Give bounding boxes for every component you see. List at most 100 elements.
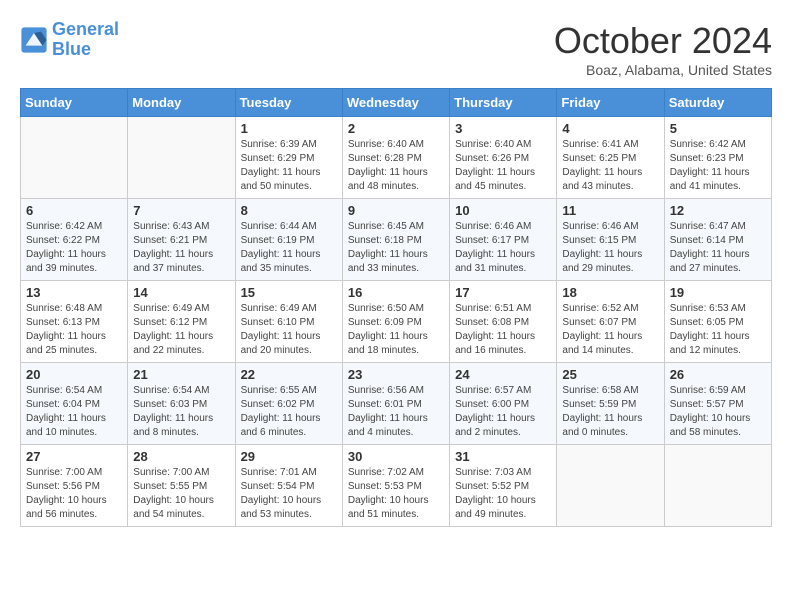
day-number: 21 <box>133 367 229 382</box>
day-number: 14 <box>133 285 229 300</box>
day-number: 31 <box>455 449 551 464</box>
day-info: Sunrise: 6:47 AM Sunset: 6:14 PM Dayligh… <box>670 220 766 276</box>
day-number: 20 <box>26 367 122 382</box>
day-info: Sunrise: 6:39 AM Sunset: 6:29 PM Dayligh… <box>241 138 337 194</box>
day-info: Sunrise: 6:45 AM Sunset: 6:18 PM Dayligh… <box>348 220 444 276</box>
day-info: Sunrise: 6:50 AM Sunset: 6:09 PM Dayligh… <box>348 302 444 358</box>
column-header-sunday: Sunday <box>21 89 128 117</box>
calendar-cell: 25 Sunrise: 6:58 AM Sunset: 5:59 PM Dayli… <box>557 363 664 445</box>
column-header-saturday: Saturday <box>664 89 771 117</box>
day-info: Sunrise: 6:54 AM Sunset: 6:04 PM Dayligh… <box>26 384 122 440</box>
calendar-cell: 19 Sunrise: 6:53 AM Sunset: 6:05 PM Dayli… <box>664 281 771 363</box>
calendar-cell: 15 Sunrise: 6:49 AM Sunset: 6:10 PM Dayli… <box>235 281 342 363</box>
day-number: 10 <box>455 203 551 218</box>
day-number: 12 <box>670 203 766 218</box>
day-number: 22 <box>241 367 337 382</box>
day-info: Sunrise: 7:01 AM Sunset: 5:54 PM Dayligh… <box>241 466 337 522</box>
day-info: Sunrise: 6:49 AM Sunset: 6:12 PM Dayligh… <box>133 302 229 358</box>
day-number: 24 <box>455 367 551 382</box>
day-number: 25 <box>562 367 658 382</box>
day-number: 15 <box>241 285 337 300</box>
day-info: Sunrise: 6:49 AM Sunset: 6:10 PM Dayligh… <box>241 302 337 358</box>
title-block: October 2024 Boaz, Alabama, United State… <box>554 20 772 78</box>
day-info: Sunrise: 6:40 AM Sunset: 6:28 PM Dayligh… <box>348 138 444 194</box>
calendar-cell: 6 Sunrise: 6:42 AM Sunset: 6:22 PM Daylig… <box>21 199 128 281</box>
day-number: 3 <box>455 121 551 136</box>
logo-text: General Blue <box>52 20 119 60</box>
day-number: 13 <box>26 285 122 300</box>
column-header-monday: Monday <box>128 89 235 117</box>
day-number: 29 <box>241 449 337 464</box>
day-info: Sunrise: 6:42 AM Sunset: 6:23 PM Dayligh… <box>670 138 766 194</box>
day-info: Sunrise: 6:40 AM Sunset: 6:26 PM Dayligh… <box>455 138 551 194</box>
calendar-cell: 27Sunrise: 7:00 AM Sunset: 5:56 PM Dayli… <box>21 445 128 527</box>
day-info: Sunrise: 7:02 AM Sunset: 5:53 PM Dayligh… <box>348 466 444 522</box>
calendar-cell: 9 Sunrise: 6:45 AM Sunset: 6:18 PM Daylig… <box>342 199 449 281</box>
day-number: 6 <box>26 203 122 218</box>
day-info: Sunrise: 6:53 AM Sunset: 6:05 PM Dayligh… <box>670 302 766 358</box>
calendar-cell: 8 Sunrise: 6:44 AM Sunset: 6:19 PM Daylig… <box>235 199 342 281</box>
day-number: 1 <box>241 121 337 136</box>
day-number: 18 <box>562 285 658 300</box>
calendar-cell: 1 Sunrise: 6:39 AM Sunset: 6:29 PM Daylig… <box>235 117 342 199</box>
day-info: Sunrise: 7:00 AM Sunset: 5:56 PM Dayligh… <box>26 466 122 522</box>
week-row-5: 27Sunrise: 7:00 AM Sunset: 5:56 PM Dayli… <box>21 445 772 527</box>
calendar-cell: 31 Sunrise: 7:03 AM Sunset: 5:52 PM Dayli… <box>450 445 557 527</box>
day-number: 4 <box>562 121 658 136</box>
day-info: Sunrise: 6:46 AM Sunset: 6:15 PM Dayligh… <box>562 220 658 276</box>
day-number: 30 <box>348 449 444 464</box>
calendar-cell: 28 Sunrise: 7:00 AM Sunset: 5:55 PM Dayli… <box>128 445 235 527</box>
calendar-cell <box>21 117 128 199</box>
day-info: Sunrise: 6:46 AM Sunset: 6:17 PM Dayligh… <box>455 220 551 276</box>
calendar-cell: 2 Sunrise: 6:40 AM Sunset: 6:28 PM Daylig… <box>342 117 449 199</box>
calendar-header-row: SundayMondayTuesdayWednesdayThursdayFrid… <box>21 89 772 117</box>
day-number: 8 <box>241 203 337 218</box>
day-info: Sunrise: 6:54 AM Sunset: 6:03 PM Dayligh… <box>133 384 229 440</box>
logo-line2: Blue <box>52 39 91 59</box>
calendar-cell: 22 Sunrise: 6:55 AM Sunset: 6:02 PM Dayli… <box>235 363 342 445</box>
day-info: Sunrise: 6:42 AM Sunset: 6:22 PM Dayligh… <box>26 220 122 276</box>
day-info: Sunrise: 7:00 AM Sunset: 5:55 PM Dayligh… <box>133 466 229 522</box>
calendar-cell: 26Sunrise: 6:59 AM Sunset: 5:57 PM Dayli… <box>664 363 771 445</box>
column-header-wednesday: Wednesday <box>342 89 449 117</box>
column-header-tuesday: Tuesday <box>235 89 342 117</box>
logo-line1: General <box>52 19 119 39</box>
day-number: 5 <box>670 121 766 136</box>
calendar-cell: 18 Sunrise: 6:52 AM Sunset: 6:07 PM Dayli… <box>557 281 664 363</box>
day-info: Sunrise: 6:44 AM Sunset: 6:19 PM Dayligh… <box>241 220 337 276</box>
day-number: 19 <box>670 285 766 300</box>
calendar-cell: 12 Sunrise: 6:47 AM Sunset: 6:14 PM Dayli… <box>664 199 771 281</box>
calendar-cell: 13Sunrise: 6:48 AM Sunset: 6:13 PM Dayli… <box>21 281 128 363</box>
calendar-table: SundayMondayTuesdayWednesdayThursdayFrid… <box>20 88 772 527</box>
column-header-thursday: Thursday <box>450 89 557 117</box>
calendar-cell <box>664 445 771 527</box>
day-number: 2 <box>348 121 444 136</box>
day-info: Sunrise: 6:55 AM Sunset: 6:02 PM Dayligh… <box>241 384 337 440</box>
calendar-cell: 24 Sunrise: 6:57 AM Sunset: 6:00 PM Dayli… <box>450 363 557 445</box>
calendar-cell: 3 Sunrise: 6:40 AM Sunset: 6:26 PM Daylig… <box>450 117 557 199</box>
day-number: 9 <box>348 203 444 218</box>
day-number: 11 <box>562 203 658 218</box>
week-row-1: 1 Sunrise: 6:39 AM Sunset: 6:29 PM Daylig… <box>21 117 772 199</box>
month-title: October 2024 <box>554 20 772 62</box>
day-info: Sunrise: 6:51 AM Sunset: 6:08 PM Dayligh… <box>455 302 551 358</box>
logo-icon <box>20 26 48 54</box>
calendar-cell: 16 Sunrise: 6:50 AM Sunset: 6:09 PM Dayli… <box>342 281 449 363</box>
day-info: Sunrise: 6:57 AM Sunset: 6:00 PM Dayligh… <box>455 384 551 440</box>
calendar-cell: 30 Sunrise: 7:02 AM Sunset: 5:53 PM Dayli… <box>342 445 449 527</box>
week-row-3: 13Sunrise: 6:48 AM Sunset: 6:13 PM Dayli… <box>21 281 772 363</box>
day-info: Sunrise: 6:56 AM Sunset: 6:01 PM Dayligh… <box>348 384 444 440</box>
calendar-cell: 11 Sunrise: 6:46 AM Sunset: 6:15 PM Dayli… <box>557 199 664 281</box>
calendar-cell: 10 Sunrise: 6:46 AM Sunset: 6:17 PM Dayli… <box>450 199 557 281</box>
calendar-cell: 14 Sunrise: 6:49 AM Sunset: 6:12 PM Dayli… <box>128 281 235 363</box>
page-header: General Blue October 2024 Boaz, Alabama,… <box>20 20 772 78</box>
day-info: Sunrise: 6:52 AM Sunset: 6:07 PM Dayligh… <box>562 302 658 358</box>
location: Boaz, Alabama, United States <box>554 62 772 78</box>
calendar-cell: 7Sunrise: 6:43 AM Sunset: 6:21 PM Daylig… <box>128 199 235 281</box>
day-info: Sunrise: 7:03 AM Sunset: 5:52 PM Dayligh… <box>455 466 551 522</box>
day-info: Sunrise: 6:58 AM Sunset: 5:59 PM Dayligh… <box>562 384 658 440</box>
day-number: 16 <box>348 285 444 300</box>
day-number: 28 <box>133 449 229 464</box>
calendar-cell: 5 Sunrise: 6:42 AM Sunset: 6:23 PM Daylig… <box>664 117 771 199</box>
calendar-cell: 29 Sunrise: 7:01 AM Sunset: 5:54 PM Dayli… <box>235 445 342 527</box>
